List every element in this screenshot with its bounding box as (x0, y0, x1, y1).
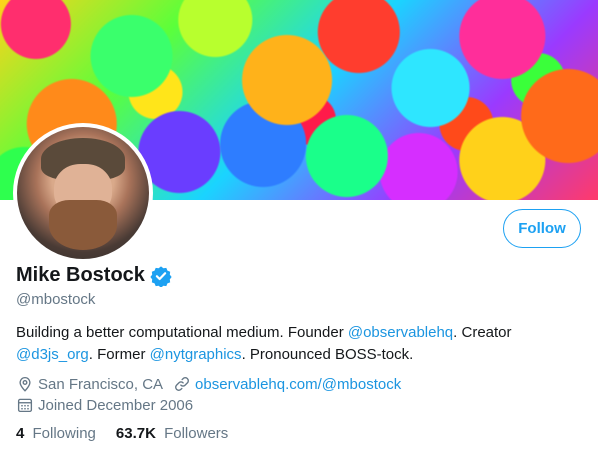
followers-label: Followers (164, 425, 229, 442)
name-row: Mike Bostock (16, 264, 172, 287)
bio-text-2: . Creator (453, 324, 512, 341)
location-pin-icon (19, 377, 31, 392)
bio-link-d3js[interactable]: @d3js_org (16, 346, 89, 363)
following-count: 4 (16, 425, 25, 442)
following-label: Following (32, 425, 96, 442)
profile-handle: @mbostock (16, 291, 96, 308)
website-item: observablehq.com/@mbostock (173, 375, 401, 393)
followers-stat[interactable]: 63.7K Followers (116, 425, 228, 442)
bio-text-4: . Pronounced BOSS-tock. (241, 346, 414, 363)
website-link[interactable]: observablehq.com/@mbostock (195, 376, 401, 393)
profile-bio: Building a better computational medium. … (16, 322, 582, 366)
joined-row: Joined December 2006 (16, 396, 193, 414)
calendar-icon (17, 398, 33, 413)
avatar[interactable] (13, 123, 153, 263)
followers-count: 63.7K (115, 425, 156, 442)
location-item: San Francisco, CA (16, 375, 163, 393)
location-text: San Francisco, CA (38, 375, 164, 393)
profile-meta-row: San Francisco, CA observablehq.com/@mbos… (16, 375, 411, 393)
following-stat[interactable]: 4 Following (16, 425, 96, 442)
avatar-beard (48, 199, 118, 250)
link-icon (175, 377, 189, 391)
bio-text-3: . Former (88, 346, 150, 363)
profile-stats: 4 Following 63.7K Followers (16, 425, 248, 442)
profile-name: Mike Bostock (16, 264, 145, 286)
bio-link-nytgraphics[interactable]: @nytgraphics (150, 346, 242, 363)
joined-text: Joined December 2006 (38, 396, 194, 414)
bio-text-1: Building a better computational medium. … (16, 324, 348, 341)
follow-button[interactable]: Follow (503, 209, 581, 248)
bio-link-observablehq[interactable]: @observablehq (348, 324, 453, 341)
verified-badge-icon (150, 265, 172, 287)
avatar-photo (17, 127, 149, 259)
